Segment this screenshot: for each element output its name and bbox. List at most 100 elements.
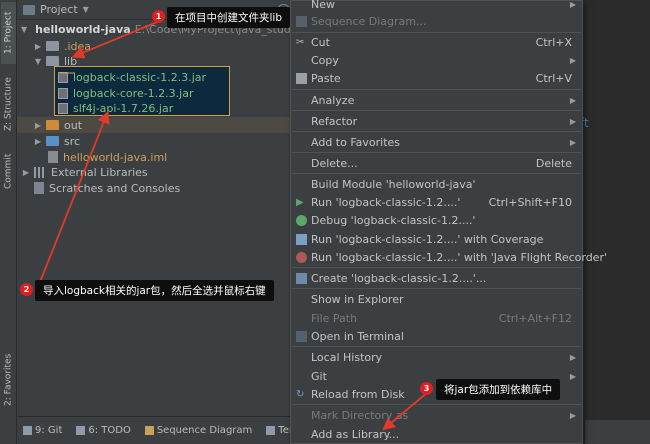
- tree-item-iml[interactable]: helloworld-java.iml: [17, 149, 292, 165]
- project-panel-title[interactable]: Project: [40, 3, 78, 16]
- menu-separator: [292, 131, 581, 132]
- annotation-callout-1: 在项目中创建文件夹lib: [167, 7, 290, 28]
- bug-icon: [296, 214, 307, 226]
- tab-favorites[interactable]: 2: Favorites: [1, 345, 16, 415]
- tree-item-label: Scratches and Consoles: [49, 181, 181, 195]
- tree-item-idea[interactable]: ▶ .idea: [17, 38, 292, 54]
- menu-item-open-in-terminal[interactable]: Open in Terminal: [291, 327, 582, 345]
- tree-item-src[interactable]: ▶ src: [17, 133, 292, 149]
- menu-separator: [292, 346, 581, 347]
- tree-item-label: out: [64, 118, 83, 132]
- library-icon: [34, 166, 46, 178]
- tool-tab-todo[interactable]: 6: TODO: [76, 425, 131, 436]
- tree-item-jar[interactable]: logback-core-1.2.3.jar: [17, 85, 292, 101]
- sequence-diagram-icon: [296, 15, 307, 27]
- menu-item-paste[interactable]: Paste Ctrl+V: [291, 69, 582, 87]
- menu-separator: [292, 173, 581, 174]
- menu-item-run-flight-recorder[interactable]: Run 'logback-classic-1.2....' with 'Java…: [291, 248, 607, 266]
- flight-recorder-icon: [296, 251, 307, 263]
- chevron-right-icon[interactable]: ▶: [21, 168, 31, 177]
- module-name: helloworld-java: [35, 22, 131, 36]
- chevron-right-icon: ▶: [569, 0, 576, 9]
- menu-separator: [292, 404, 581, 405]
- tab-commit[interactable]: Commit: [1, 150, 16, 192]
- file-icon: [48, 151, 58, 163]
- menu-item-debug[interactable]: Debug 'logback-classic-1.2....': [291, 211, 582, 229]
- git-icon: [23, 425, 32, 435]
- menu-item-copy[interactable]: Copy ▶: [291, 51, 582, 69]
- tree-item-label: logback-classic-1.2.3.jar: [73, 70, 207, 84]
- tree-item-jar[interactable]: logback-classic-1.2.3.jar: [17, 69, 292, 85]
- annotation-callout-2: 导入logback相关的jar包，然后全选并鼠标右键: [35, 280, 274, 301]
- context-menu: New ▶ Sequence Diagram... ✂ Cut Ctrl+X C…: [290, 0, 607, 444]
- annotation-callout-3: 将jar包添加到依赖库中: [436, 379, 561, 400]
- clipboard-icon: [296, 72, 307, 84]
- menu-separator: [292, 152, 581, 153]
- menu-item-run[interactable]: ▶ Run 'logback-classic-1.2....' Ctrl+Shi…: [291, 193, 582, 211]
- tree-item-label: helloworld-java.iml: [63, 150, 168, 164]
- menu-separator: [292, 89, 581, 90]
- tool-tab-git[interactable]: 9: Git: [23, 425, 62, 436]
- run-icon: ▶: [296, 196, 304, 208]
- tree-item-label: lib: [64, 54, 78, 68]
- menu-item-refactor[interactable]: Refactor ▶: [291, 112, 582, 130]
- sequence-diagram-icon: [144, 425, 154, 435]
- tree-item-lib[interactable]: ▼ lib: [17, 53, 292, 69]
- tool-tab-sequence-diagram[interactable]: Sequence Diagram: [144, 425, 252, 436]
- tab-structure[interactable]: Z: Structure: [1, 70, 16, 138]
- menu-separator: [292, 267, 581, 268]
- tree-item-label: src: [64, 134, 81, 148]
- tree-item-label: .idea: [64, 39, 92, 53]
- folder-icon: [46, 41, 59, 51]
- menu-item-file-path[interactable]: File Path Ctrl+Alt+F12: [291, 309, 582, 327]
- chevron-right-icon: ▶: [569, 55, 576, 65]
- folder-icon: [46, 56, 59, 66]
- menu-item-analyze[interactable]: Analyze ▶: [291, 91, 582, 109]
- tab-project[interactable]: 1: Project: [1, 2, 16, 64]
- menu-item-cut[interactable]: ✂ Cut Ctrl+X: [291, 33, 582, 51]
- chevron-right-icon: ▶: [569, 95, 576, 105]
- tree-item-external-libraries[interactable]: ▶ External Libraries: [17, 164, 292, 180]
- scissors-icon: ✂: [296, 36, 305, 48]
- scratch-icon: [34, 182, 44, 194]
- menu-item-sequence-diagram[interactable]: Sequence Diagram...: [291, 12, 582, 30]
- tree-item-jar[interactable]: slf4j-api-1.7.26.jar: [17, 100, 292, 116]
- chevron-down-icon[interactable]: ▼: [33, 57, 43, 66]
- tree-item-out[interactable]: ▶ out: [17, 117, 292, 133]
- menu-separator: [292, 288, 581, 289]
- menu-item-local-history[interactable]: Local History ▶: [291, 348, 582, 366]
- menu-item-add-to-favorites[interactable]: Add to Favorites ▶: [291, 133, 582, 151]
- menu-item-mark-directory-as[interactable]: Mark Directory as ▶: [291, 406, 582, 424]
- coverage-icon: [296, 233, 307, 245]
- menu-item-show-in-explorer[interactable]: Show in Explorer: [291, 290, 582, 308]
- chevron-right-icon: ▶: [569, 137, 576, 147]
- folder-icon: [46, 120, 59, 130]
- chevron-right-icon: ▶: [569, 410, 576, 420]
- chevron-right-icon[interactable]: ▶: [33, 42, 43, 51]
- tree-item-scratches[interactable]: Scratches and Consoles: [17, 180, 292, 196]
- bottom-tool-bar: 9: Git 6: TODO Sequence Diagram Termi: [17, 416, 305, 444]
- chevron-right-icon[interactable]: ▶: [33, 121, 43, 130]
- menu-item-build-module[interactable]: Build Module 'helloworld-java': [291, 175, 582, 193]
- chevron-down-icon[interactable]: ▼: [21, 25, 27, 34]
- menu-item-add-as-library[interactable]: Add as Library...: [291, 425, 582, 443]
- annotation-badge-2: 2: [20, 283, 33, 296]
- tree-item-label: logback-core-1.2.3.jar: [73, 86, 194, 100]
- jar-icon: [58, 71, 68, 83]
- chevron-right-icon[interactable]: ▶: [33, 137, 43, 146]
- config-icon: [296, 272, 307, 284]
- chevron-down-icon[interactable]: ▼: [83, 5, 89, 14]
- folder-icon: [46, 136, 59, 146]
- tree-item-label: External Libraries: [51, 165, 148, 179]
- menu-item-delete[interactable]: Delete... Delete: [291, 154, 582, 172]
- jar-icon: [58, 102, 68, 114]
- editor-status-area: [585, 420, 650, 444]
- chevron-right-icon: ▶: [569, 352, 576, 362]
- terminal-icon: [296, 330, 307, 342]
- terminal-icon: [266, 425, 276, 435]
- menu-item-create-config[interactable]: Create 'logback-classic-1.2....'...: [291, 269, 582, 287]
- project-icon: [23, 4, 35, 15]
- reload-icon: ↻: [296, 388, 305, 400]
- menu-item-run-coverage[interactable]: Run 'logback-classic-1.2....' with Cover…: [291, 230, 582, 248]
- tree-item-label: slf4j-api-1.7.26.jar: [73, 101, 174, 115]
